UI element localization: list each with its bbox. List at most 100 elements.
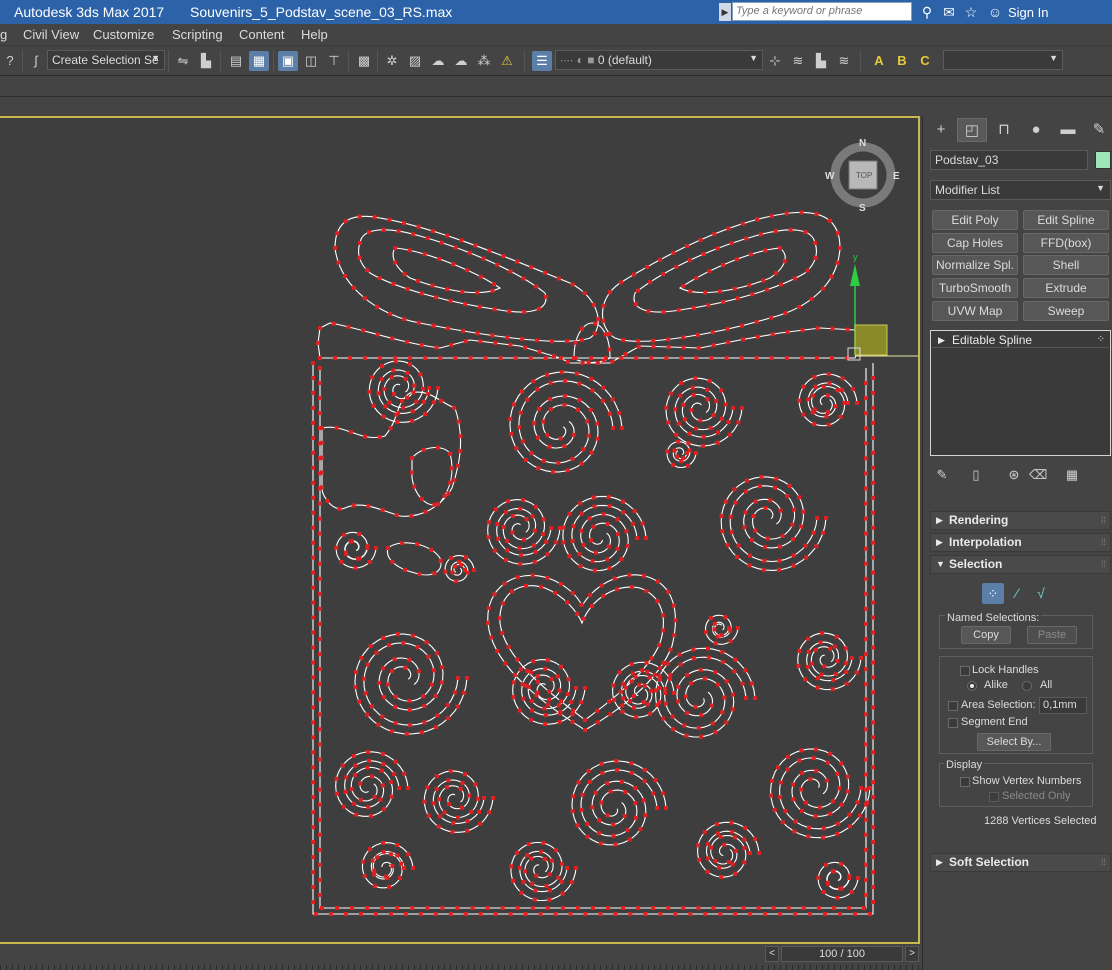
- render-setup-icon[interactable]: ✲: [382, 51, 402, 71]
- selection-filter-icon[interactable]: ʃ: [26, 51, 46, 71]
- sign-in-button[interactable]: Sign In: [1008, 5, 1048, 20]
- add-to-layer-icon[interactable]: ≋: [788, 51, 808, 71]
- text-c-icon[interactable]: C: [915, 51, 935, 71]
- menu-graph-editors[interactable]: g: [0, 27, 7, 42]
- vertex-marker: [616, 532, 620, 537]
- material-editor-icon[interactable]: ▩: [354, 51, 374, 71]
- sweep-button[interactable]: Sweep: [1023, 301, 1109, 321]
- layer-dropdown[interactable]: ∙∙∙∙ ◐ ■ 0 (default) ▼: [555, 50, 763, 70]
- vertex-marker: [835, 895, 840, 900]
- show-vertex-numbers-checkbox[interactable]: [960, 777, 970, 787]
- menu-customize[interactable]: Customize: [93, 27, 154, 42]
- object-color-swatch[interactable]: [1095, 151, 1111, 169]
- graphite-ribbon-icon[interactable]: ▣: [278, 51, 298, 71]
- normalize-spline-button[interactable]: Normalize Spl.: [932, 255, 1018, 275]
- alike-radio[interactable]: [967, 681, 977, 691]
- motion-tab-icon[interactable]: ●: [1021, 118, 1051, 142]
- cap-holes-button[interactable]: Cap Holes: [932, 233, 1018, 253]
- area-selection-checkbox[interactable]: [948, 701, 958, 711]
- vertex-marker: [429, 547, 434, 552]
- rendering-rollout-header[interactable]: ▶ Rendering ⁞⁞: [930, 511, 1111, 530]
- spline-canvas[interactable]: y TOP N S E W: [0, 118, 918, 942]
- binoculars-icon[interactable]: ⚲: [918, 3, 936, 21]
- all-radio[interactable]: [1022, 681, 1032, 691]
- rendered-frame-icon[interactable]: ▨: [405, 51, 425, 71]
- modifier-list-dropdown[interactable]: Modifier List ▼: [930, 180, 1111, 200]
- create-layer-icon[interactable]: ⊹: [765, 51, 785, 71]
- vertex-marker: [628, 699, 633, 703]
- transform-gizmo[interactable]: y: [847, 252, 918, 361]
- menu-content[interactable]: Content: [239, 27, 285, 42]
- vertex-mode-icon[interactable]: ⁘: [982, 583, 1004, 604]
- extrude-button[interactable]: Extrude: [1023, 278, 1109, 298]
- set-current-layer-icon[interactable]: ≋: [834, 51, 854, 71]
- communication-center-icon[interactable]: ✉: [940, 3, 958, 21]
- expand-arrow-icon[interactable]: ▶: [938, 332, 945, 348]
- segment-mode-icon[interactable]: ⁄: [1007, 583, 1027, 604]
- curve-editor-icon[interactable]: ◫: [301, 51, 321, 71]
- select-by-button[interactable]: Select By...: [977, 733, 1051, 751]
- vertex-marker: [318, 847, 322, 852]
- hierarchy-tab-icon[interactable]: ⊓: [989, 118, 1019, 142]
- utilities-tab-icon[interactable]: ✎: [1084, 118, 1112, 142]
- configure-modifier-sets-icon[interactable]: ▦: [1063, 466, 1081, 484]
- ffd-box-button[interactable]: FFD(box): [1023, 233, 1109, 253]
- warning-icon[interactable]: ⚠: [497, 51, 517, 71]
- menu-help[interactable]: Help: [301, 27, 328, 42]
- lock-handles-checkbox[interactable]: [960, 666, 970, 676]
- pin-stack-icon[interactable]: ✎: [933, 466, 951, 484]
- area-selection-spinner[interactable]: 0,1mm: [1039, 697, 1087, 714]
- text-b-icon[interactable]: B: [892, 51, 912, 71]
- prev-frame-button[interactable]: <: [765, 946, 779, 962]
- modify-tab-icon[interactable]: ◰: [957, 118, 987, 142]
- remove-modifier-icon[interactable]: ⌫: [1029, 466, 1047, 484]
- selection-rollout-header[interactable]: ▼ Selection ⁞⁞: [930, 555, 1111, 574]
- vertex-marker: [378, 797, 383, 802]
- object-name-field[interactable]: Podstav_03: [930, 150, 1088, 170]
- edit-poly-button[interactable]: Edit Poly: [932, 210, 1018, 230]
- mirror-icon[interactable]: ⇋: [173, 51, 193, 71]
- render-online-icon[interactable]: ⁂: [474, 51, 494, 71]
- selection-set-dropdown[interactable]: Create Selection Se ▼: [47, 50, 165, 70]
- shell-button[interactable]: Shell: [1023, 255, 1109, 275]
- stack-item-editable-spline[interactable]: ▶ Editable Spline ⁘: [932, 332, 1109, 348]
- search-dropdown-toggle[interactable]: ▶: [719, 3, 731, 21]
- align-icon[interactable]: ▙: [196, 51, 216, 71]
- next-frame-button[interactable]: >: [905, 946, 919, 962]
- user-icon[interactable]: ☺: [986, 3, 1004, 21]
- vertex-marker: [617, 670, 622, 675]
- menu-civil-view[interactable]: Civil View: [23, 27, 79, 42]
- named-set-dropdown[interactable]: ▼: [943, 50, 1063, 70]
- make-unique-icon[interactable]: ⊛: [1005, 466, 1023, 484]
- layer-explorer-icon[interactable]: ☰: [532, 51, 552, 71]
- edit-spline-button[interactable]: Edit Spline: [1023, 210, 1109, 230]
- selected-only-checkbox[interactable]: [989, 792, 999, 802]
- vertex-marker: [343, 550, 348, 555]
- time-slider[interactable]: 100 / 100: [781, 946, 903, 962]
- render-production-icon[interactable]: ☁: [428, 51, 448, 71]
- schematic-view-icon[interactable]: ⊤: [324, 51, 344, 71]
- show-end-result-icon[interactable]: ▯: [967, 466, 985, 484]
- spline-mode-icon[interactable]: √: [1031, 583, 1051, 604]
- display-tab-icon[interactable]: ▬: [1053, 118, 1083, 142]
- copy-button[interactable]: Copy: [961, 626, 1011, 644]
- segment-end-checkbox[interactable]: [948, 718, 958, 728]
- text-a-icon[interactable]: A: [869, 51, 889, 71]
- search-input[interactable]: Type a keyword or phrase: [732, 2, 912, 21]
- timeline-ruler[interactable]: [0, 965, 922, 970]
- uvw-map-button[interactable]: UVW Map: [932, 301, 1018, 321]
- turbosmooth-button[interactable]: TurboSmooth: [932, 278, 1018, 298]
- select-in-layer-icon[interactable]: ▙: [811, 51, 831, 71]
- soft-selection-rollout-header[interactable]: ▶ Soft Selection ⁞⁞: [930, 853, 1111, 872]
- menu-scripting[interactable]: Scripting: [172, 27, 223, 42]
- help-icon[interactable]: ?: [0, 51, 20, 71]
- interpolation-rollout-header[interactable]: ▶ Interpolation ⁞⁞: [930, 533, 1111, 552]
- render-iterative-icon[interactable]: ☁: [451, 51, 471, 71]
- favorites-star-icon[interactable]: ☆: [962, 3, 980, 21]
- paste-button[interactable]: Paste: [1027, 626, 1077, 644]
- viewcube[interactable]: TOP N S E W: [825, 138, 900, 214]
- layer-manager-icon[interactable]: ▤: [226, 51, 246, 71]
- scene-explorer-icon[interactable]: ▦: [249, 51, 269, 71]
- top-viewport[interactable]: y TOP N S E W: [0, 116, 920, 944]
- create-tab-icon[interactable]: +: [926, 118, 956, 142]
